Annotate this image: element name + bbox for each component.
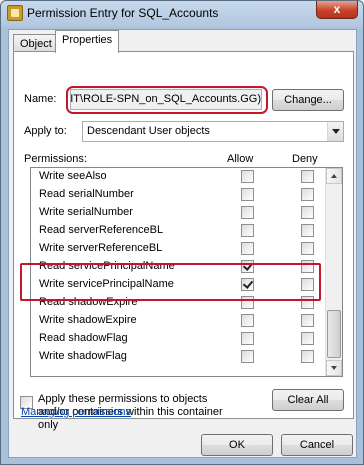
permission-entry-window: Permission Entry for SQL_Accounts x Obje…	[0, 0, 364, 465]
allow-checkbox[interactable]	[241, 224, 254, 237]
permission-row[interactable]: Write shadowFlag	[31, 348, 327, 366]
allow-checkbox[interactable]	[241, 350, 254, 363]
apply-to-label: Apply to:	[24, 125, 67, 137]
change-button[interactable]: Change...	[272, 89, 344, 111]
folder-icon	[7, 5, 23, 21]
permission-name: Write seeAlso	[39, 170, 107, 182]
permission-name: Read serialNumber	[39, 188, 134, 200]
dialog-client: Object Properties Name: KIT\ROLE-SPN_on_…	[8, 29, 357, 458]
deny-checkbox[interactable]	[301, 350, 314, 363]
name-label: Name:	[24, 93, 57, 105]
permission-name: Read shadowFlag	[39, 332, 128, 344]
deny-checkbox[interactable]	[301, 242, 314, 255]
deny-header: Deny	[292, 153, 318, 165]
cancel-button[interactable]: Cancel	[281, 434, 353, 456]
permission-row[interactable]: Write serialNumber	[31, 204, 327, 222]
close-button[interactable]: x	[316, 1, 358, 19]
name-highlight-annotation	[66, 86, 268, 114]
scroll-down-icon[interactable]	[326, 360, 342, 376]
spn-rows-highlight-annotation	[20, 263, 321, 301]
apply-to-value: Descendant User objects	[87, 125, 210, 137]
tab-properties[interactable]: Properties	[55, 30, 120, 53]
deny-checkbox[interactable]	[301, 314, 314, 327]
permission-name: Write shadowFlag	[39, 350, 127, 362]
allow-checkbox[interactable]	[241, 170, 254, 183]
permission-row[interactable]: Write serverReferenceBL	[31, 240, 327, 258]
scroll-thumb[interactable]	[327, 310, 341, 358]
permission-row[interactable]: Write seeAlso	[31, 168, 327, 186]
properties-panel: Name: KIT\ROLE-SPN_on_SQL_Accounts.GG) C…	[13, 51, 354, 431]
managing-permissions-link[interactable]: Managing permissions	[21, 406, 131, 418]
deny-checkbox[interactable]	[301, 170, 314, 183]
permissions-label: Permissions:	[24, 153, 87, 165]
deny-checkbox[interactable]	[301, 188, 314, 201]
deny-checkbox[interactable]	[301, 332, 314, 345]
allow-checkbox[interactable]	[241, 188, 254, 201]
permission-row[interactable]: Read shadowFlag	[31, 330, 327, 348]
chevron-down-icon[interactable]	[327, 122, 343, 141]
permission-row[interactable]: Read serialNumber	[31, 186, 327, 204]
permission-row[interactable]: Read serverReferenceBL	[31, 222, 327, 240]
allow-header: Allow	[227, 153, 254, 165]
allow-checkbox[interactable]	[241, 314, 254, 327]
allow-checkbox[interactable]	[241, 332, 254, 345]
permissions-scrollbar[interactable]	[325, 168, 342, 376]
apply-to-select[interactable]: Descendant User objects	[82, 121, 344, 142]
tab-object[interactable]: Object	[13, 34, 59, 52]
title-bar[interactable]: Permission Entry for SQL_Accounts x	[1, 1, 363, 25]
permission-name: Write serialNumber	[39, 206, 133, 218]
permission-name: Write shadowExpire	[39, 314, 137, 326]
clear-all-button[interactable]: Clear All	[272, 389, 344, 411]
permission-name: Write serverReferenceBL	[39, 242, 163, 254]
permission-name: Read serverReferenceBL	[39, 224, 164, 236]
deny-checkbox[interactable]	[301, 206, 314, 219]
deny-checkbox[interactable]	[301, 224, 314, 237]
permission-row[interactable]: Write shadowExpire	[31, 312, 327, 330]
ok-button[interactable]: OK	[201, 434, 273, 456]
allow-checkbox[interactable]	[241, 242, 254, 255]
scroll-up-icon[interactable]	[326, 168, 342, 184]
window-title: Permission Entry for SQL_Accounts	[27, 6, 219, 20]
allow-checkbox[interactable]	[241, 206, 254, 219]
